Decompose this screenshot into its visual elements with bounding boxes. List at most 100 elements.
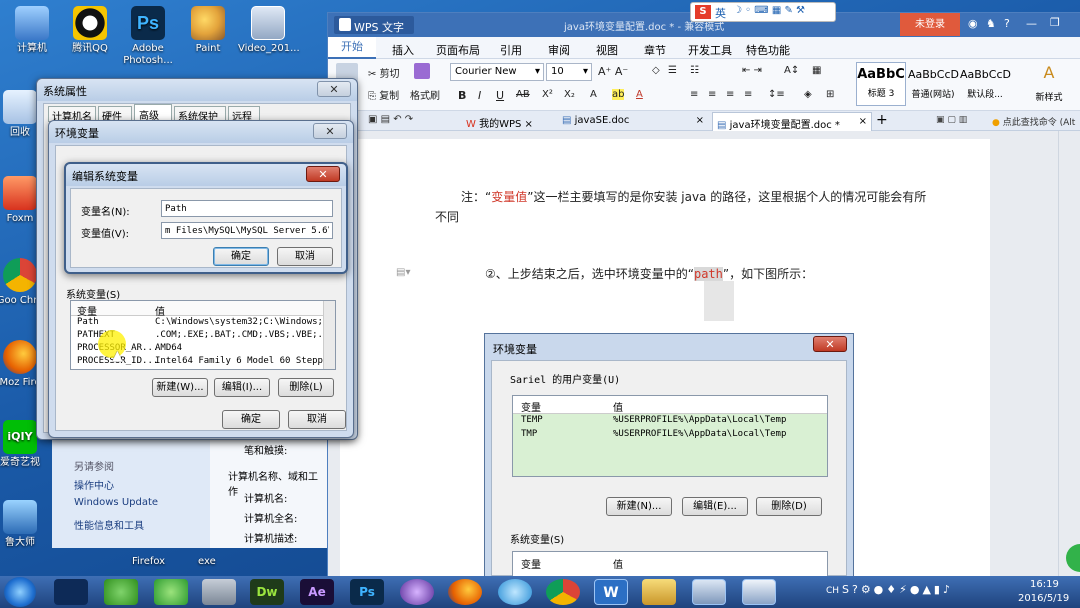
menu-tab-special[interactable]: 特色功能	[746, 42, 790, 58]
ime-tools-icons[interactable]: ☽ ◦ ⌨ ▦ ✎ ⚒	[733, 5, 805, 16]
style-heading3[interactable]: AaBbC 标题 3	[856, 62, 906, 106]
explorer-taskbar-icon[interactable]	[642, 579, 676, 605]
skin-icon[interactable]: ◉	[968, 17, 978, 30]
system-props-taskbar-icon[interactable]	[742, 579, 776, 605]
link-performance-tools[interactable]: 性能信息和工具	[74, 517, 144, 532]
tab-javase-doc[interactable]: ▤ javaSE.doc ×	[558, 113, 708, 130]
tab-java-env-doc[interactable]: ▤ java环境变量配置.doc * ×	[712, 112, 872, 131]
wps-taskbar-icon[interactable]: W	[594, 579, 628, 605]
photoshop-taskbar-icon[interactable]: Ps	[350, 579, 384, 605]
font-size-select[interactable]: 10 ▾	[546, 63, 592, 81]
language-indicator[interactable]: CH	[826, 586, 839, 596]
shirt-icon[interactable]: ♞	[986, 17, 996, 30]
control-panel-taskbar-icon[interactable]	[692, 579, 726, 605]
sort-icon[interactable]: A↕	[784, 65, 799, 76]
link-action-center[interactable]: 操作中心	[74, 477, 114, 492]
align-right-icon[interactable]: ≡	[726, 89, 734, 100]
edit-ok-button[interactable]: 确定	[213, 247, 269, 266]
desktop-icon-photoshop[interactable]: Ps Adobe Photosh...	[118, 6, 178, 67]
clear-format-icon[interactable]: ◇	[652, 65, 660, 76]
ime-mode-label[interactable]: 英	[715, 5, 726, 21]
var-value-input[interactable]	[161, 222, 333, 239]
tab-my-wps[interactable]: W 我的WPS ×	[462, 113, 554, 130]
menu-tab-insert[interactable]: 插入	[392, 42, 414, 58]
tab-tools-icons[interactable]: ▣ ▢ ▥	[936, 115, 967, 125]
underline-icon[interactable]: U	[496, 89, 504, 102]
close-icon[interactable]: ✕	[306, 166, 340, 182]
strike-icon[interactable]: AB	[516, 89, 530, 100]
close-icon[interactable]: ×	[859, 116, 867, 127]
taskbar-app-2[interactable]	[104, 579, 138, 605]
border-icon[interactable]: ⊞	[826, 89, 834, 100]
env-ok-button[interactable]: 确定	[222, 410, 280, 429]
taskbar-app-1[interactable]	[54, 579, 88, 605]
format-painter-button[interactable]: 格式刷	[410, 87, 440, 102]
restore-icon[interactable]: ❐	[1050, 16, 1060, 29]
align-center-icon[interactable]: ≡	[708, 89, 716, 100]
sys-delete-button[interactable]: 删除(L)	[278, 378, 334, 397]
menu-tab-start[interactable]: 开始	[328, 37, 376, 59]
start-button-icon[interactable]	[4, 577, 36, 607]
italic-icon[interactable]: I	[478, 89, 481, 102]
firefox-taskbar-icon[interactable]	[448, 579, 482, 605]
edit-cancel-button[interactable]: 取消	[277, 247, 333, 266]
style-normal-web[interactable]: AaBbCcD 普通(网站)	[908, 62, 959, 106]
toolbar-quick-icons[interactable]: ▣ ▤ ↶ ↷	[368, 114, 413, 125]
close-icon[interactable]: ✕	[317, 81, 351, 97]
menu-tab-view[interactable]: 视图	[596, 42, 618, 58]
clock-date[interactable]: 2016/5/19	[1018, 593, 1069, 604]
menu-tab-devtools[interactable]: 开发工具	[688, 42, 732, 58]
new-tab-icon[interactable]: +	[876, 112, 888, 128]
desktop-icon-paint[interactable]: Paint	[178, 6, 238, 55]
minimize-icon[interactable]: —	[1026, 17, 1037, 30]
list-scrollbar[interactable]	[323, 301, 335, 369]
menu-tab-review[interactable]: 审阅	[548, 42, 570, 58]
sys-new-button[interactable]: 新建(W)...	[152, 378, 208, 397]
line-spacing-icon[interactable]: ↕≡	[768, 89, 785, 100]
style-default-para[interactable]: AaBbCcD 默认段...	[960, 62, 1011, 106]
new-style-button[interactable]: A 新样式	[1024, 63, 1074, 107]
desktop-icon-ludashi[interactable]: 鲁大师	[0, 500, 50, 549]
grow-font-icon[interactable]: A⁺ A⁻	[598, 65, 628, 78]
wps-app-button[interactable]: WPS 文字	[334, 16, 414, 34]
clock-time[interactable]: 16:19	[1030, 579, 1059, 590]
taskbar-app-8[interactable]	[400, 579, 434, 605]
copy-button[interactable]: ⎘ 复制	[368, 87, 399, 102]
var-name-input[interactable]	[161, 200, 333, 217]
shading-icon[interactable]: ◈	[804, 89, 812, 100]
not-logged-in-button[interactable]: 未登录	[900, 13, 960, 36]
document-page[interactable]: 注：“变量值”这一栏主要填写的是你安装 java 的路径，这里根据个人的情况可能…	[340, 139, 990, 579]
superscript-icon[interactable]: X²	[542, 89, 553, 100]
tray-icons[interactable]: S?⚙●♦⚡●▲▮♪	[842, 583, 953, 596]
taskbar-app-10[interactable]	[498, 579, 532, 605]
after-effects-icon[interactable]: Ae	[300, 579, 334, 605]
menu-tab-reference[interactable]: 引用	[500, 42, 522, 58]
align-left-icon[interactable]: ≡	[690, 89, 698, 100]
indent-icon[interactable]: ⇤ ⇥	[742, 65, 762, 76]
close-icon[interactable]: ×	[696, 115, 704, 126]
find-command[interactable]: ● 点此查找命令 (Alt	[992, 115, 1075, 128]
font-name-select[interactable]: Courier New ▾	[450, 63, 544, 81]
link-windows-update[interactable]: Windows Update	[74, 497, 158, 508]
close-icon[interactable]: ✕	[313, 123, 347, 139]
table-icon[interactable]: ▦	[812, 65, 821, 76]
env-cancel-button[interactable]: 取消	[288, 410, 346, 429]
desktop-icon-video[interactable]: Video_201...	[238, 6, 300, 55]
cut-button[interactable]: ✂ 剪切	[368, 65, 400, 80]
bold-icon[interactable]: B	[458, 89, 466, 102]
help-icon[interactable]: ?	[1004, 17, 1010, 30]
text-effect-icon[interactable]: A	[590, 89, 597, 100]
menu-tab-layout[interactable]: 页面布局	[436, 42, 480, 58]
desktop-icon-computer[interactable]: 计算机	[2, 6, 62, 55]
bullet-list-icon[interactable]: ☰	[668, 65, 677, 76]
numbered-list-icon[interactable]: ☷	[690, 65, 699, 76]
table-row[interactable]: Path C:\Windows\system32;C:\Windows;...	[71, 316, 335, 329]
dreamweaver-icon[interactable]: Dw	[250, 579, 284, 605]
sys-edit-button[interactable]: 编辑(I)...	[214, 378, 270, 397]
justify-icon[interactable]: ≡	[744, 89, 752, 100]
desktop-icon-qq[interactable]: 腾讯QQ	[60, 6, 120, 55]
taskbar-app-3[interactable]	[154, 579, 188, 605]
highlight-icon[interactable]: ab	[612, 89, 625, 100]
chrome-taskbar-icon[interactable]	[546, 579, 580, 605]
vertical-scrollbar[interactable]	[1058, 131, 1080, 577]
